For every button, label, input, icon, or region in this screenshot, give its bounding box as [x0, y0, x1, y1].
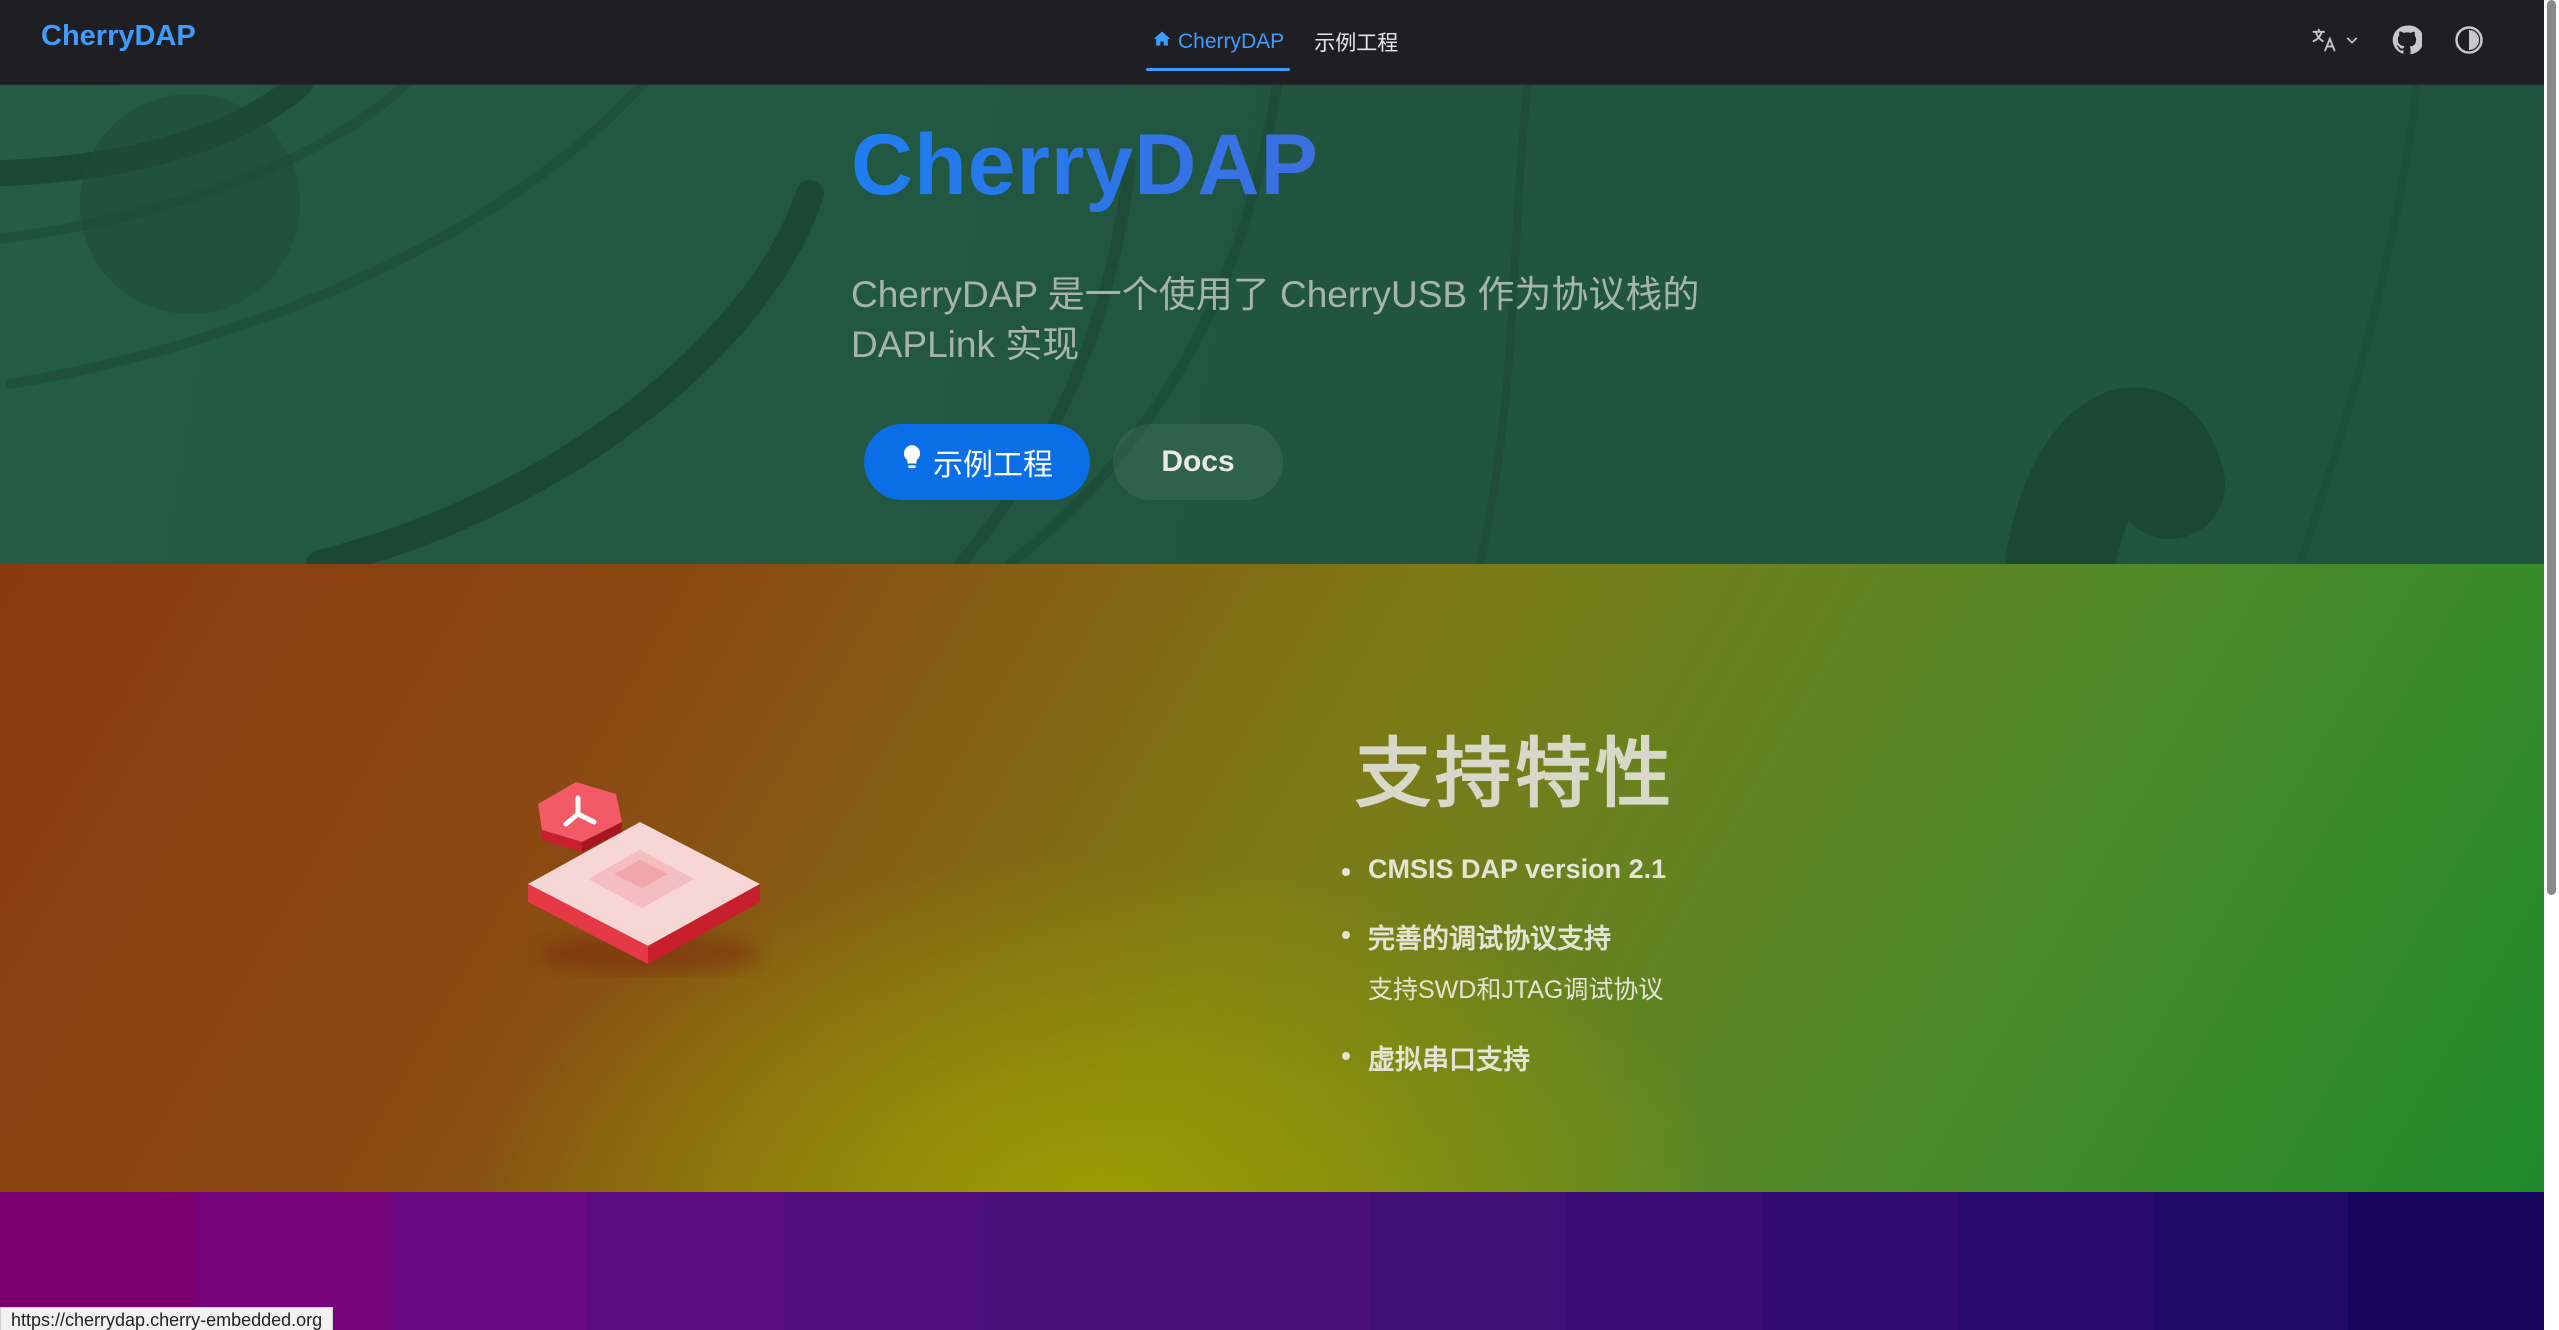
github-link[interactable] — [2392, 24, 2424, 60]
chevron-down-icon — [2344, 32, 2360, 53]
feature-item-vcom: 虚拟串口支持 — [1340, 1038, 1666, 1077]
feature-item-cmsis: CMSIS DAP version 2.1 — [1340, 854, 1666, 885]
nav-link-home[interactable]: CherryDAP — [1146, 19, 1291, 71]
status-url-tooltip: https://cherrydap.cherry-embedded.org — [0, 1307, 334, 1330]
scrollbar-thumb[interactable] — [2547, 0, 2556, 895]
docs-button[interactable]: Docs — [1113, 424, 1283, 500]
feature-label: CMSIS DAP version 2.1 — [1368, 854, 1667, 884]
lightbulb-icon — [901, 444, 923, 480]
nav-actions — [2310, 0, 2484, 84]
feature-label: 完善的调试协议支持 — [1368, 924, 1611, 954]
hero-tagline: CherryDAP 是一个使用了 CherryUSB 作为协议栈的 DAPLin… — [851, 274, 1700, 365]
bottom-color-cell — [978, 1192, 1175, 1330]
nav-link-examples[interactable]: 示例工程 — [1308, 19, 1404, 65]
bottom-color-cell — [2348, 1192, 2544, 1330]
nav-link-examples-label: 示例工程 — [1314, 32, 1399, 55]
bottom-color-cell — [1174, 1192, 1370, 1330]
feature-list: CMSIS DAP version 2.1 完善的调试协议支持 支持SWD和JT… — [1340, 854, 1666, 1095]
bottom-color-cell — [587, 1192, 783, 1330]
bottom-color-cell — [1956, 1192, 2153, 1330]
features-section: 支持特性 CMSIS DAP version 2.1 完善的调试协议支持 支持S… — [0, 564, 2544, 1192]
features-title: 支持特性 — [1355, 732, 1675, 817]
page-scrollbar[interactable] — [2544, 0, 2559, 1330]
top-navbar: CherryDAP CherryDAP 示例工程 — [0, 0, 2544, 85]
bottom-color-cell — [2152, 1192, 2349, 1330]
hero-title: CherryDAP — [851, 117, 1319, 213]
brand-link[interactable]: CherryDAP — [41, 20, 196, 53]
nav-links: CherryDAP 示例工程 — [1146, 0, 1404, 84]
feature-item-debug: 完善的调试协议支持 支持SWD和JTAG调试协议 — [1340, 917, 1666, 1006]
github-icon — [2392, 24, 2424, 60]
chip-illustration — [528, 782, 760, 974]
page: CherryDAP CherryDAP 示例工程 CherryDAP Cherr… — [0, 0, 2559, 1330]
bottom-gradient-section — [0, 1192, 2544, 1330]
docs-button-label: Docs — [1161, 445, 1235, 478]
bottom-color-cell — [391, 1192, 588, 1330]
feature-desc: 支持SWD和JTAG调试协议 — [1368, 976, 1664, 1004]
bottom-color-cell — [1565, 1192, 1762, 1330]
home-icon — [1152, 29, 1172, 55]
contrast-icon — [2454, 25, 2484, 60]
examples-button[interactable]: 示例工程 — [864, 424, 1090, 500]
examples-button-label: 示例工程 — [933, 449, 1053, 482]
hero-section: CherryDAP CherryDAP 是一个使用了 CherryUSB 作为协… — [0, 84, 2544, 564]
feature-label: 虚拟串口支持 — [1368, 1045, 1530, 1075]
theme-toggle[interactable] — [2454, 25, 2484, 60]
bottom-color-cell — [782, 1192, 979, 1330]
bottom-color-cell — [1761, 1192, 1957, 1330]
nav-link-home-label: CherryDAP — [1178, 30, 1285, 53]
bottom-color-cell — [1369, 1192, 1566, 1330]
translate-icon — [2310, 26, 2338, 59]
language-switcher[interactable] — [2310, 26, 2360, 59]
